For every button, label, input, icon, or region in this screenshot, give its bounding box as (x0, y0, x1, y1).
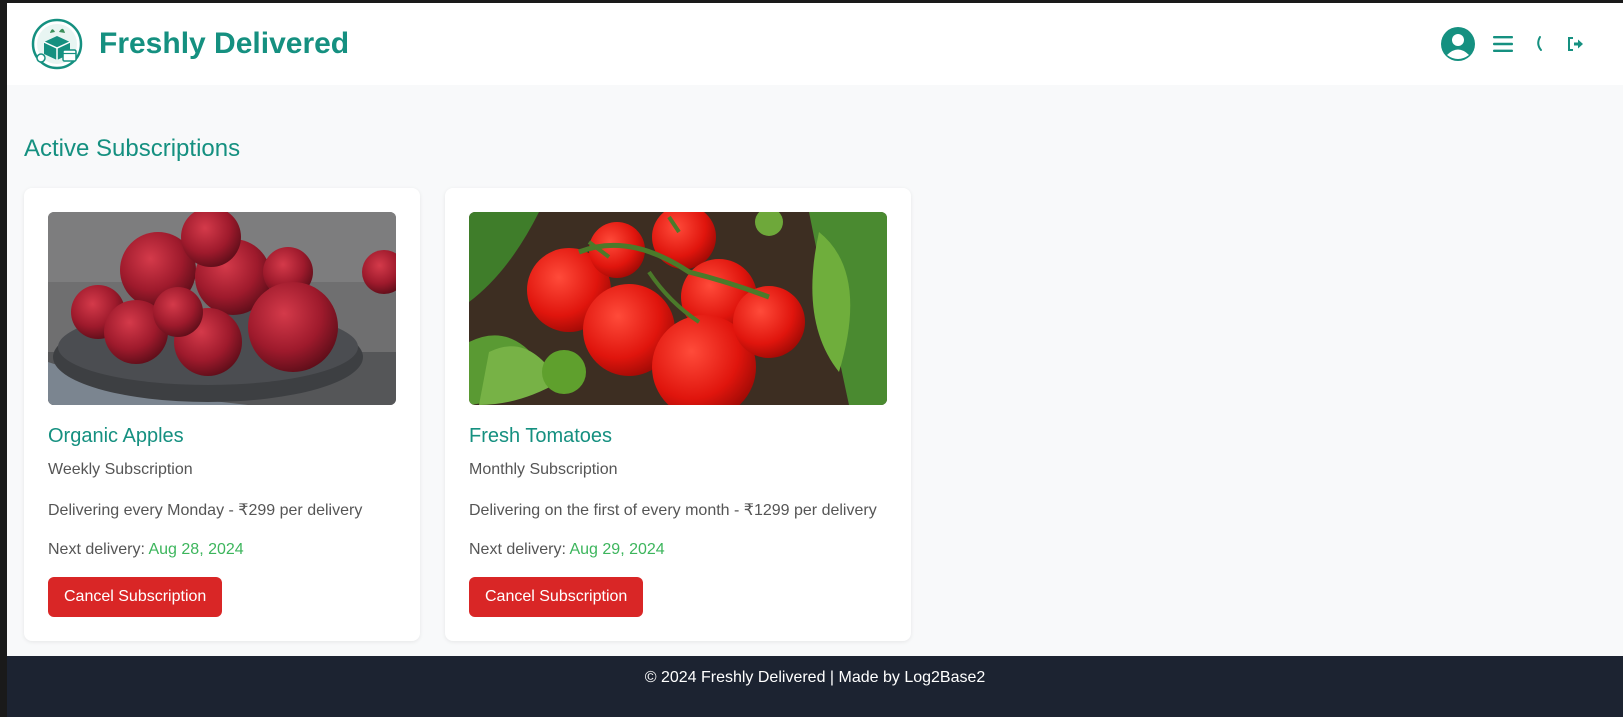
nav-actions (1441, 27, 1585, 61)
next-delivery-date: Aug 28, 2024 (148, 541, 244, 558)
section-title: Active Subscriptions (24, 135, 241, 162)
subscription-description: Delivering on the first of every month -… (469, 502, 877, 519)
brand[interactable]: Freshly Delivered (31, 18, 349, 70)
subscription-title: Organic Apples (48, 425, 184, 447)
cancel-subscription-button[interactable]: Cancel Subscription (48, 577, 223, 617)
subscription-plan: Monthly Subscription (469, 461, 618, 478)
subscription-list: Organic Apples Weekly Subscription Deliv… (24, 188, 1606, 641)
subscription-plan: Weekly Subscription (48, 461, 193, 478)
next-delivery-label: Next delivery: (48, 541, 149, 558)
brand-logo-icon (31, 18, 83, 70)
top-navbar: Freshly Delivered (7, 3, 1623, 85)
page-footer: © 2024 Freshly Delivered | Made by Log2B… (7, 656, 1623, 717)
footer-text: © 2024 Freshly Delivered | Made by Log2B… (644, 669, 986, 686)
apples-image (48, 212, 396, 405)
logout-icon[interactable] (1567, 36, 1585, 52)
subscription-card: Organic Apples Weekly Subscription Deliv… (24, 188, 420, 641)
subscription-title: Fresh Tomatoes (469, 425, 613, 447)
menu-icon[interactable] (1493, 35, 1513, 53)
moon-icon[interactable] (1531, 35, 1549, 53)
brand-title: Freshly Delivered (99, 27, 350, 60)
subscription-card: Fresh Tomatoes Monthly Subscription Deli… (445, 188, 911, 641)
next-delivery: Next delivery: Aug 29, 2024 (469, 541, 887, 559)
app-window: Freshly Delivered Active Subscriptions O… (0, 0, 1623, 717)
user-icon[interactable] (1441, 27, 1475, 61)
main-content: Active Subscriptions Organic Apples Week… (7, 85, 1623, 641)
next-delivery: Next delivery: Aug 28, 2024 (48, 541, 396, 559)
subscription-description: Delivering every Monday - ₹299 per deliv… (48, 502, 363, 519)
next-delivery-date: Aug 29, 2024 (569, 541, 665, 558)
tomatoes-image (469, 212, 887, 405)
cancel-subscription-button[interactable]: Cancel Subscription (469, 577, 644, 617)
next-delivery-label: Next delivery: (469, 541, 570, 558)
